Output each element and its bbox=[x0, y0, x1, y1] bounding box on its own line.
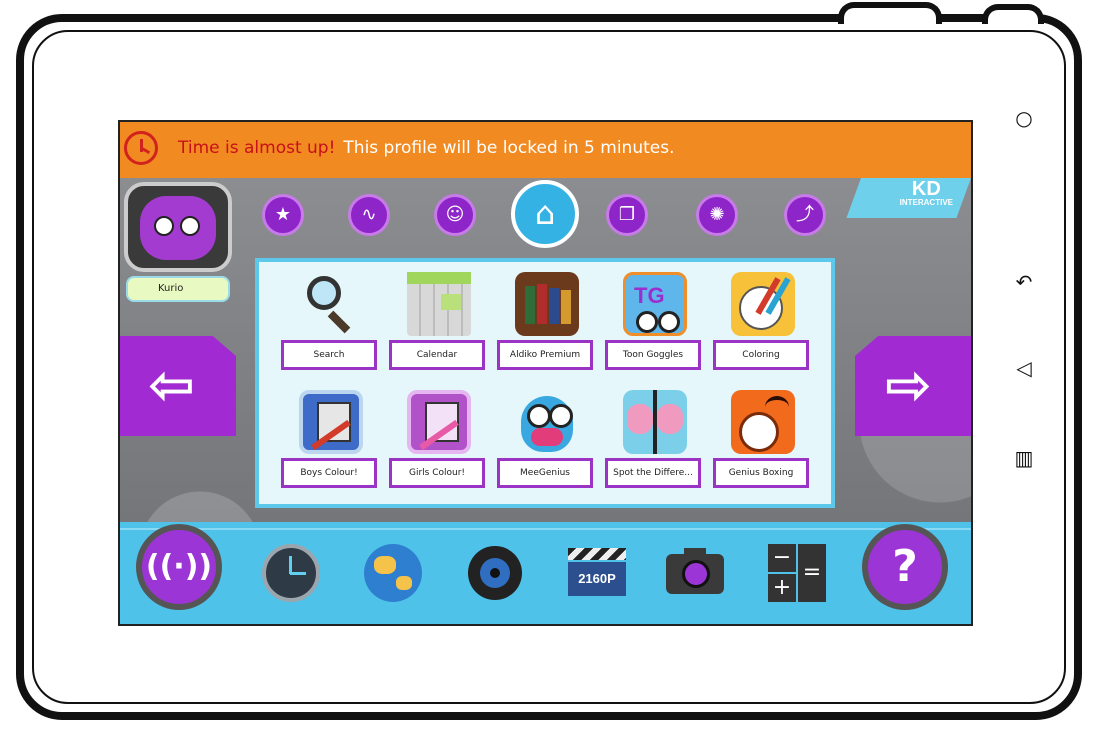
path-icon[interactable]: ⤴ bbox=[784, 194, 826, 236]
app-aldiko[interactable]: Aldiko Premium bbox=[497, 270, 599, 380]
boys-colour-icon bbox=[299, 390, 363, 454]
clock-alert-icon bbox=[124, 131, 158, 165]
power-button[interactable] bbox=[838, 2, 942, 24]
speaker-icon[interactable] bbox=[464, 542, 526, 604]
arrow-left-icon: ⇦ bbox=[148, 353, 195, 418]
app-label: Aldiko Premium bbox=[497, 340, 593, 370]
app-boys-colour[interactable]: Boys Colour! bbox=[281, 388, 383, 498]
squares-icon[interactable]: ❐ bbox=[606, 194, 648, 236]
logo-text: KD bbox=[911, 178, 941, 200]
calculator-icon[interactable]: − = + bbox=[766, 542, 828, 604]
next-page-button[interactable]: ⇨ bbox=[855, 336, 971, 436]
avatar-eye bbox=[154, 216, 174, 236]
avatar-eye bbox=[180, 216, 200, 236]
calendar-icon bbox=[407, 272, 471, 336]
previous-page-button[interactable]: ⇦ bbox=[120, 336, 236, 436]
elephant-crayon-icon bbox=[731, 272, 795, 336]
kid-launcher-screen: Time is almost up! This profile will be l… bbox=[118, 120, 973, 626]
app-coloring[interactable]: Coloring bbox=[713, 270, 815, 380]
wifi-tower-icon: ((·)) bbox=[145, 549, 213, 584]
app-label: Search bbox=[281, 340, 377, 370]
camera-icon[interactable] bbox=[664, 542, 726, 604]
app-spot-difference[interactable]: Spot the Differe... bbox=[605, 388, 707, 498]
volume-button[interactable] bbox=[982, 4, 1044, 24]
back-triangle-icon[interactable]: ◁ bbox=[1012, 356, 1036, 380]
banner-message: This profile will be locked in 5 minutes… bbox=[343, 138, 675, 158]
app-label: Girls Colour! bbox=[389, 458, 485, 488]
app-label: MeeGenius bbox=[497, 458, 593, 488]
app-grid: Search Calendar Aldiko Premium TG Toon G… bbox=[255, 258, 835, 508]
smiley-icon[interactable]: ☺ bbox=[434, 194, 476, 236]
app-meegenius[interactable]: MeeGenius bbox=[497, 388, 599, 498]
banner-text: Time is almost up! This profile will be l… bbox=[178, 138, 674, 158]
app-calendar[interactable]: Calendar bbox=[389, 270, 491, 380]
video-clapper-icon[interactable]: 2160P bbox=[566, 542, 628, 604]
camera-dot-icon: ○ bbox=[1015, 106, 1033, 130]
splash-icon[interactable]: ✺ bbox=[696, 194, 738, 236]
app-label: Coloring bbox=[713, 340, 809, 370]
profile-name[interactable]: Kurio bbox=[126, 276, 230, 302]
home-icon[interactable]: ⌂ bbox=[511, 180, 579, 248]
brand-logo: KD INTERACTIVE bbox=[899, 178, 953, 208]
bookshelf-icon bbox=[515, 272, 579, 336]
genius-boxing-icon bbox=[731, 390, 795, 454]
banner-warning: Time is almost up! bbox=[178, 138, 336, 158]
toon-goggles-icon: TG bbox=[623, 272, 687, 336]
time-warning-banner: Time is almost up! This profile will be l… bbox=[120, 122, 971, 178]
app-label: Boys Colour! bbox=[281, 458, 377, 488]
app-search[interactable]: Search bbox=[281, 270, 383, 380]
girls-colour-icon bbox=[407, 390, 471, 454]
app-toon-goggles[interactable]: TG Toon Goggles bbox=[605, 270, 707, 380]
arrow-right-icon: ⇨ bbox=[885, 353, 932, 418]
logo-sub: INTERACTIVE bbox=[899, 198, 953, 207]
app-label: Spot the Differe... bbox=[605, 458, 701, 488]
magnifier-icon bbox=[299, 272, 363, 336]
app-girls-colour[interactable]: Girls Colour! bbox=[389, 388, 491, 498]
star-icon[interactable]: ★ bbox=[262, 194, 304, 236]
app-label: Calendar bbox=[389, 340, 485, 370]
wave-icon[interactable]: ∿ bbox=[348, 194, 390, 236]
wireless-button[interactable]: ((·)) bbox=[136, 524, 222, 610]
question-mark-icon: ? bbox=[892, 541, 918, 592]
clock-icon[interactable] bbox=[260, 542, 322, 604]
app-genius-boxing[interactable]: Genius Boxing bbox=[713, 388, 815, 498]
dock-bar bbox=[120, 522, 971, 624]
owl-icon bbox=[515, 390, 579, 454]
help-button[interactable]: ? bbox=[862, 524, 948, 610]
menu-hw-icon[interactable]: ▥ bbox=[1012, 446, 1036, 470]
monster-face-icon bbox=[140, 196, 216, 260]
spot-difference-icon bbox=[623, 390, 687, 454]
profile-avatar[interactable] bbox=[124, 182, 232, 272]
app-label: Toon Goggles bbox=[605, 340, 701, 370]
video-badge: 2160P bbox=[568, 562, 626, 596]
globe-icon[interactable] bbox=[362, 542, 424, 604]
app-label: Genius Boxing bbox=[713, 458, 809, 488]
back-hw-icon[interactable]: ↶ bbox=[1012, 270, 1036, 294]
